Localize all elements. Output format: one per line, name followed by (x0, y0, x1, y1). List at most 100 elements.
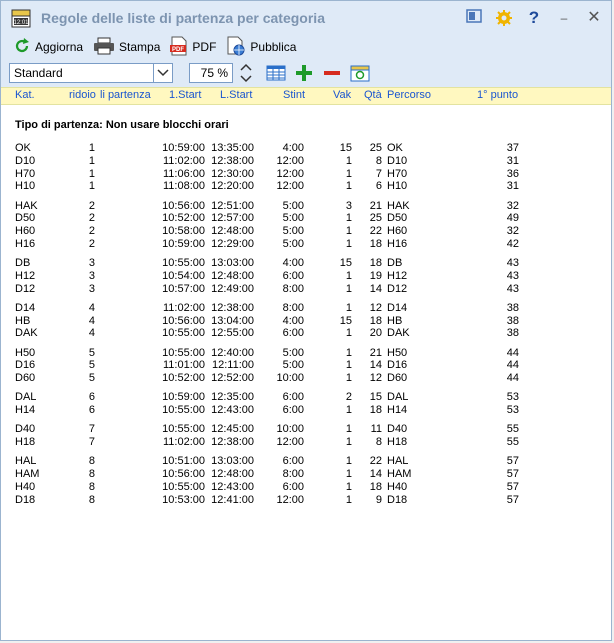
cell-quantity: 19 (369, 269, 382, 282)
table-row[interactable]: DB 3 10:55:00 13:03:00 4:00 15 18 DB 43 (1, 257, 611, 270)
cell-last-start: 12:38:00 (211, 436, 254, 448)
zoom-stepper[interactable] (239, 62, 253, 84)
cell-corridor: 5 (88, 359, 95, 372)
remove-icon[interactable] (321, 62, 343, 84)
cell-category: H16 (15, 237, 36, 250)
table-row[interactable]: HAK 2 10:56:00 12:51:00 5:00 3 21 HAK 32 (1, 200, 611, 213)
cell-corridor: 7 (88, 423, 95, 436)
table-row[interactable]: DAK 4 10:55:00 12:55:00 6:00 1 20 DAK 38 (1, 327, 611, 340)
table-row[interactable]: D14 4 11:02:00 12:38:00 8:00 1 12 D14 38 (1, 302, 611, 315)
cell-vacancies: 1 (345, 359, 352, 372)
cell-course: H70 (387, 167, 408, 180)
cell-stint: 5:00 (282, 359, 304, 372)
calendar-refresh-icon[interactable] (349, 62, 371, 84)
cell-vacancies: 1 (345, 301, 352, 314)
cell-corridor: 8 (88, 455, 95, 468)
print-button[interactable]: Stampa (93, 37, 160, 58)
table-row[interactable]: D16 5 11:01:00 12:11:00 5:00 1 14 D16 44 (1, 359, 611, 372)
view-select[interactable]: Standard (9, 63, 173, 83)
table-row[interactable]: HAM 8 10:56:00 12:48:00 8:00 1 14 HAM 57 (1, 468, 611, 481)
cell-quantity: 8 (375, 436, 382, 448)
table-row[interactable]: D60 5 10:52:00 12:52:00 10:00 1 12 D60 44 (1, 372, 611, 385)
col-header-last-start[interactable]: L.Start (220, 89, 252, 101)
cell-stint: 8:00 (282, 282, 304, 295)
cell-course: HAL (387, 455, 409, 468)
col-header-corridor[interactable]: ridoio (69, 89, 96, 101)
cell-first-control: 37 (506, 142, 519, 154)
table-row[interactable]: D12 3 10:57:00 12:49:00 8:00 1 14 D12 43 (1, 283, 611, 296)
cell-first-start: 10:52:00 (162, 372, 205, 384)
cell-quantity: 25 (369, 142, 382, 154)
col-header-stint[interactable]: Stint (283, 89, 305, 101)
table-row[interactable]: OK 1 10:59:00 13:35:00 4:00 15 25 OK 37 (1, 142, 611, 155)
table-row[interactable]: D40 7 10:55:00 12:45:00 10:00 1 11 D40 55 (1, 423, 611, 436)
table-view-icon[interactable] (265, 62, 287, 84)
cell-first-control: 44 (506, 359, 519, 372)
cell-category: D50 (15, 212, 36, 225)
close-icon[interactable]: ✕ (585, 9, 603, 27)
start-type-heading: Tipo di partenza: Non usare blocchi orar… (15, 119, 229, 131)
pdf-button[interactable]: PDF PDF (170, 36, 216, 59)
table-row[interactable]: DAL 6 10:59:00 12:35:00 6:00 2 15 DAL 53 (1, 391, 611, 404)
publish-button[interactable]: Pubblica (226, 36, 296, 59)
cell-stint: 6:00 (282, 327, 304, 340)
cell-stint: 8:00 (282, 468, 304, 480)
calendar-icon: 12:01 (11, 8, 31, 28)
cell-first-control: 53 (506, 404, 519, 416)
col-header-qty[interactable]: Qtà (364, 89, 382, 101)
table-row[interactable]: HB 4 10:56:00 13:04:00 4:00 15 18 HB 38 (1, 315, 611, 328)
cell-last-start: 13:03:00 (211, 455, 254, 468)
cell-corridor: 1 (88, 142, 95, 154)
cell-first-control: 55 (506, 436, 519, 448)
settings-gear-icon[interactable] (495, 9, 513, 27)
col-header-kat[interactable]: Kat. (15, 89, 35, 101)
chevron-down-icon[interactable] (153, 64, 172, 82)
table-row[interactable]: D10 1 11:02:00 12:38:00 12:00 1 8 D10 31 (1, 155, 611, 168)
table-row[interactable]: H10 1 11:08:00 12:20:00 12:00 1 6 H10 31 (1, 180, 611, 193)
table-row[interactable]: H50 5 10:55:00 12:40:00 5:00 1 21 H50 44 (1, 347, 611, 360)
cell-first-start: 11:08:00 (162, 180, 205, 193)
table-row[interactable]: H70 1 11:06:00 12:30:00 12:00 1 7 H70 36 (1, 168, 611, 181)
cell-quantity: 18 (369, 480, 382, 493)
table-row[interactable]: H60 2 10:58:00 12:48:00 5:00 1 22 H60 32 (1, 225, 611, 238)
table-row[interactable]: H12 3 10:54:00 12:48:00 6:00 1 19 H12 43 (1, 270, 611, 283)
table-row[interactable]: D50 2 10:52:00 12:57:00 5:00 1 25 D50 49 (1, 212, 611, 225)
cell-quantity: 6 (375, 180, 382, 193)
cell-quantity: 18 (369, 314, 382, 327)
table-row[interactable]: H18 7 11:02:00 12:38:00 12:00 1 8 H18 55 (1, 436, 611, 449)
cell-course: D16 (387, 359, 408, 372)
refresh-button[interactable]: Aggiorna (13, 37, 83, 58)
zoom-value: 75 % (200, 66, 228, 80)
col-header-vak[interactable]: Vak (333, 89, 351, 101)
cell-first-control: 43 (506, 269, 519, 282)
col-header-first-control[interactable]: 1° punto (477, 89, 518, 101)
layout-toggle-icon[interactable] (465, 9, 483, 27)
add-icon[interactable] (293, 62, 315, 84)
cell-category: HB (15, 314, 31, 327)
cell-first-start: 10:55:00 (162, 480, 205, 493)
stepper-down-icon[interactable] (239, 74, 253, 84)
minimize-icon[interactable]: – (555, 9, 573, 27)
table-row[interactable]: D18 8 10:53:00 12:41:00 12:00 1 9 D18 57 (1, 494, 611, 507)
col-header-start-mode[interactable]: li partenza (100, 89, 151, 101)
view-select-value: Standard (14, 66, 63, 80)
cell-first-control: 31 (506, 154, 519, 167)
col-header-first-start[interactable]: 1.Start (169, 89, 201, 101)
table-row[interactable]: H16 2 10:59:00 12:29:00 5:00 1 18 H16 42 (1, 238, 611, 251)
cell-category: H18 (15, 436, 36, 448)
zoom-field[interactable]: 75 % (189, 63, 233, 83)
table-row[interactable]: H14 6 10:55:00 12:43:00 6:00 1 18 H14 53 (1, 404, 611, 417)
help-icon[interactable]: ? (525, 9, 543, 27)
cell-last-start: 12:20:00 (211, 180, 254, 193)
cell-stint: 12:00 (276, 436, 304, 448)
cell-course: HB (387, 314, 403, 327)
stepper-up-icon[interactable] (239, 62, 253, 72)
col-header-course[interactable]: Percorso (387, 89, 431, 101)
cell-first-control: 43 (506, 282, 519, 295)
table-row[interactable]: HAL 8 10:51:00 13:03:00 6:00 1 22 HAL 57 (1, 455, 611, 468)
cell-vacancies: 15 (339, 142, 352, 154)
cell-last-start: 12:55:00 (211, 327, 254, 340)
cell-quantity: 20 (369, 327, 382, 340)
table-row[interactable]: H40 8 10:55:00 12:43:00 6:00 1 18 H40 57 (1, 481, 611, 494)
cell-last-start: 12:48:00 (211, 269, 254, 282)
